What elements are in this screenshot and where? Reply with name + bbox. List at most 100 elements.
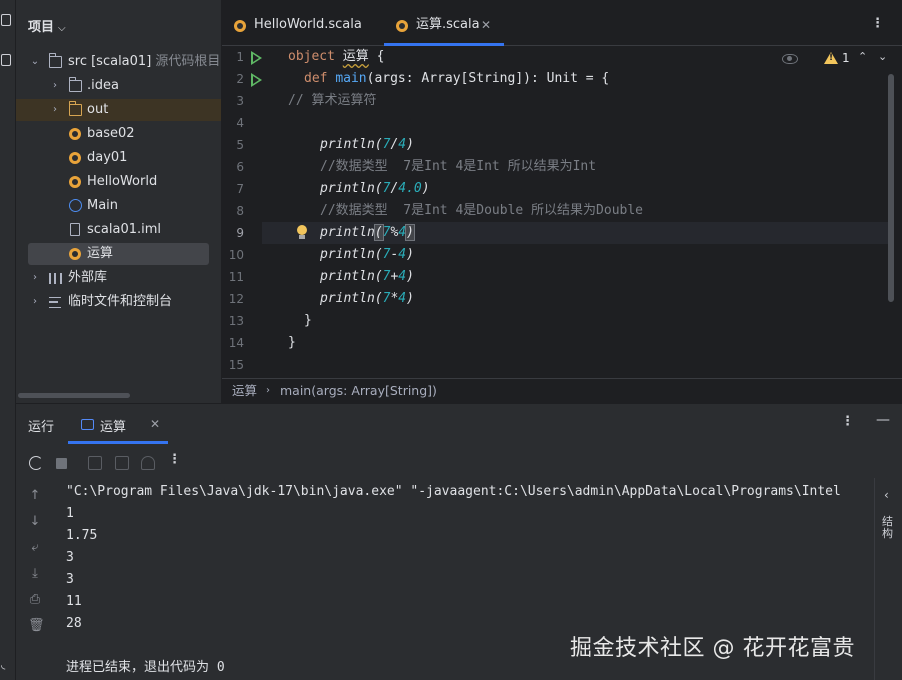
console-line: 1 xyxy=(66,506,74,521)
line-number: 2 xyxy=(236,72,244,86)
chevron-left-icon[interactable]: ‹ xyxy=(884,488,889,502)
folder-icon xyxy=(49,53,62,68)
arrow-up-icon[interactable]: ↑ xyxy=(28,488,42,503)
soft-wrap-icon[interactable]: ⤶ xyxy=(28,540,42,555)
chevron-down-icon[interactable]: ⌄ xyxy=(878,50,887,63)
breadcrumb: 运算 › main(args: Array[String]) xyxy=(222,378,902,403)
breadcrumb-item[interactable]: 运算 xyxy=(232,379,257,403)
lightbulb-icon[interactable] xyxy=(296,225,308,241)
line-number: 11 xyxy=(228,270,244,284)
run-tab-yunsuan[interactable]: 运算 ✕ xyxy=(68,404,168,444)
arrow-down-icon[interactable]: ↓ xyxy=(28,514,42,529)
code-line: //数据类型 7是Int 4是Double 所以结果为Double xyxy=(320,203,644,218)
close-icon[interactable]: ✕ xyxy=(481,0,491,50)
line-number: 1 xyxy=(236,50,244,64)
line-number: 8 xyxy=(236,204,244,218)
close-icon[interactable]: ✕ xyxy=(150,417,160,431)
run-gutter-icon[interactable] xyxy=(251,73,262,87)
chevron-right-icon[interactable]: › xyxy=(49,75,61,97)
chevron-down-icon[interactable]: ⌵ xyxy=(58,23,66,34)
line-number: 5 xyxy=(236,138,244,152)
watermark: 掘金技术社区 @ 花开花富贵 xyxy=(570,636,855,661)
run-gutter-icon[interactable] xyxy=(251,51,262,65)
left-tool-strip: ◟ xyxy=(0,0,16,680)
eye-icon[interactable] xyxy=(782,54,798,64)
tree-item-external-libraries[interactable]: › 外部库 xyxy=(16,267,221,289)
module-file-icon xyxy=(70,223,80,236)
code-line: println(7/4) xyxy=(320,137,414,152)
tree-item-main[interactable]: Main xyxy=(16,195,221,217)
more-vertical-icon[interactable]: ⋮ xyxy=(841,414,854,429)
console-line: "C:\Program Files\Java\jdk-17\bin\java.e… xyxy=(66,484,841,499)
structure-tool-icon[interactable] xyxy=(1,54,11,66)
scroll-to-end-icon[interactable]: ⤓ xyxy=(28,566,42,581)
vertical-scrollbar[interactable] xyxy=(888,74,894,302)
folder-icon xyxy=(69,77,82,92)
horizontal-scrollbar[interactable] xyxy=(18,393,130,398)
scratch-icon xyxy=(49,297,61,308)
tree-item-label: 外部库 xyxy=(68,270,108,285)
inspection-widget[interactable]: 1 ⌃ ⌄ xyxy=(782,50,892,67)
more-vertical-icon[interactable]: ⋮ xyxy=(871,16,884,31)
scala-object-icon xyxy=(69,152,81,164)
bottom-tool-icon[interactable]: ◟ xyxy=(1,658,15,672)
breadcrumb-item[interactable]: main(args: Array[String]) xyxy=(280,379,437,403)
tree-item-label: Main xyxy=(87,198,119,213)
more-vertical-icon[interactable]: ⋮ xyxy=(168,452,181,467)
tab-helloworld[interactable]: HelloWorld.scala xyxy=(234,0,379,46)
tree-item-label: HelloWorld xyxy=(87,174,158,189)
line-number: 12 xyxy=(228,292,244,306)
tab-label: HelloWorld.scala xyxy=(254,17,362,32)
code-line: def main(args: Array[String]): Unit = { xyxy=(304,71,610,86)
tab-yunsuan[interactable]: 运算.scala ✕ xyxy=(384,0,504,46)
code-line: println(7%4) xyxy=(320,224,415,241)
code-line: object 运算 { xyxy=(288,49,385,64)
tree-item-helloworld[interactable]: HelloWorld xyxy=(16,171,221,193)
tree-item-base02[interactable]: base02 xyxy=(16,123,221,145)
project-tool-icon[interactable] xyxy=(1,14,11,26)
scala-object-icon xyxy=(69,248,81,260)
tree-item-scratches[interactable]: › 临时文件和控制台 xyxy=(16,291,221,313)
trash-icon[interactable]: 🗑 xyxy=(28,618,45,633)
chevron-up-icon[interactable]: ⌃ xyxy=(858,50,867,63)
stop-icon[interactable] xyxy=(56,458,67,469)
project-panel-header[interactable]: 项目 ⌵ xyxy=(28,16,66,35)
minimize-icon[interactable]: — xyxy=(876,412,890,428)
run-tab-label: 运算 xyxy=(100,420,127,435)
chevron-right-icon: › xyxy=(266,385,270,396)
tree-item-yunsuan[interactable]: 运算 xyxy=(28,243,209,265)
line-number: 4 xyxy=(236,116,244,130)
tree-item-src[interactable]: ⌄ src [scala01] 源代码根目录 xyxy=(16,51,221,73)
tab-label: 运算.scala xyxy=(416,17,480,32)
chevron-down-icon[interactable]: ⌄ xyxy=(29,51,41,73)
project-panel: 项目⌵ ⌄ src [scala01] 源代码根目录 › .idea › out… xyxy=(16,0,221,403)
print-icon[interactable]: ⎙ xyxy=(28,592,42,607)
line-number: 13 xyxy=(228,314,244,328)
tree-item-day01[interactable]: day01 xyxy=(16,147,221,169)
chevron-right-icon[interactable]: › xyxy=(49,99,61,121)
tree-item-label: 运算 xyxy=(87,246,114,261)
tree-item-label: 临时文件和控制台 xyxy=(68,294,173,309)
camera-icon[interactable] xyxy=(88,456,102,470)
library-icon xyxy=(49,273,62,284)
right-side-strip: ‹ 结构 xyxy=(874,478,902,680)
warning-count: 1 xyxy=(842,51,850,65)
chevron-right-icon[interactable]: › xyxy=(29,291,41,313)
scala-main-icon xyxy=(69,199,82,212)
warning-icon xyxy=(824,52,838,64)
code-line: println(7+4) xyxy=(320,269,414,284)
profiler-icon[interactable] xyxy=(141,456,155,470)
run-panel-title[interactable]: 运行 xyxy=(28,416,54,435)
structure-side-label[interactable]: 结构 xyxy=(882,516,896,540)
chevron-right-icon[interactable]: › xyxy=(29,267,41,289)
exit-icon[interactable] xyxy=(115,456,129,470)
code-line: println(7/4.0) xyxy=(320,181,430,196)
rerun-icon[interactable] xyxy=(29,456,43,470)
scala-object-icon xyxy=(69,176,81,188)
scala-object-icon xyxy=(69,128,81,140)
console-line: 进程已结束，退出代码为 0 xyxy=(66,660,225,675)
tree-item-idea[interactable]: › .idea xyxy=(16,75,221,97)
tree-item-label: src [scala01] xyxy=(68,54,152,69)
tree-item-iml[interactable]: scala01.iml xyxy=(16,219,221,241)
tree-item-out[interactable]: › out xyxy=(16,99,221,121)
